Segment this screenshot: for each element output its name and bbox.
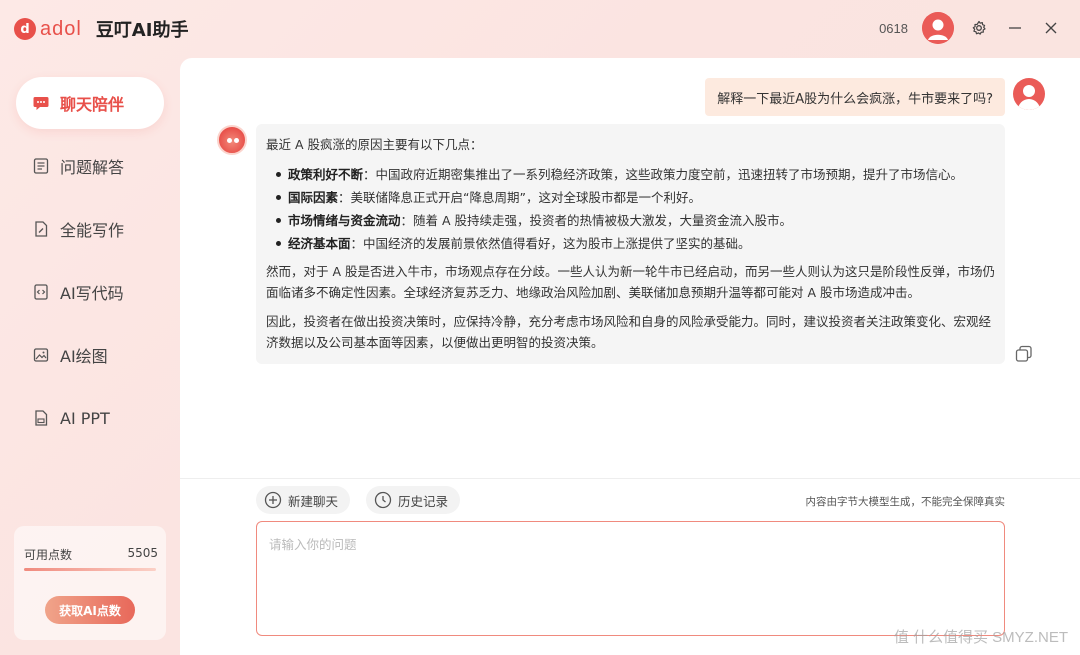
app-logo: d adol [14,18,82,41]
sidebar-item-ppt[interactable]: AI PPT [16,392,164,444]
ppt-doc-icon [32,409,50,427]
divider [180,478,1080,479]
history-label: 历史记录 [398,493,449,509]
bot-paragraph: 然而，对于 A 股是否进入牛市，市场观点存在分歧。一些人认为新一轮牛市已经启动，… [266,264,996,300]
sidebar: 聊天陪伴 问题解答 全能写作 AI写代码 AI绘图 AI PPT 可用点数 55… [0,58,180,655]
app-title: 豆叮AI助手 [95,20,189,41]
user-message-bubble: 解释一下最近A股为什么会疯涨，牛市要来了吗? [705,78,1005,116]
points-progress-bar [24,568,156,571]
history-button[interactable]: 历史记录 [366,486,461,514]
list-item: 市场情绪与资金流动：随着 A 股持续走强，投资者的热情被极大激发，大量资金流入股… [276,209,995,232]
list-item: 国际因素：美联储降息正式开启“降息周期”，这对全球股市都是一个利好。 [276,186,995,209]
sidebar-item-qa[interactable]: 问题解答 [16,140,164,192]
list-item: 经济基本面：中国经济的发展前景依然值得看好，这为股市上涨提供了坚实的基础。 [276,232,995,255]
question-input-box[interactable] [256,521,1005,636]
points-card: 可用点数 5505 获取AI点数 [14,526,166,640]
plus-circle-icon [264,491,282,509]
get-points-button[interactable]: 获取AI点数 [45,596,135,624]
question-input[interactable] [257,522,1004,635]
sidebar-item-label: 问题解答 [60,158,125,177]
gear-icon [972,20,986,35]
bot-points-list: 政策利好不断：中国政府近期密集推出了一系列稳经济政策，这些政策力度空前，迅速扭转… [276,163,995,255]
chat-panel: 解释一下最近A股为什么会疯涨，牛市要来了吗? 最近 A 股疯涨的原因主要有以下几… [180,58,1080,655]
write-doc-icon [32,220,50,238]
logo-text: adol [40,17,82,40]
bot-paragraph: 因此，投资者在做出投资决策时，应保持冷静，充分考虑市场风险和自身的风险承受能力。… [266,314,992,350]
title-bar: d adol 豆叮AI助手 0618 [0,0,1080,58]
bot-message-bubble: 最近 A 股疯涨的原因主要有以下几点： 政策利好不断：中国政府近期密集推出了一系… [256,124,1005,364]
sidebar-item-label: 聊天陪伴 [60,95,125,114]
account-avatar[interactable] [922,12,954,44]
settings-button[interactable] [968,17,990,39]
close-icon [1045,22,1057,34]
copy-button[interactable] [1014,344,1034,364]
points-value: 5505 [127,546,158,560]
sidebar-item-writing[interactable]: 全能写作 [16,203,164,255]
sidebar-item-chat[interactable]: 聊天陪伴 [16,77,164,129]
sidebar-item-code[interactable]: AI写代码 [16,266,164,318]
user-silhouette-icon [922,12,954,44]
qa-list-icon [32,157,50,175]
minimize-icon [1009,27,1021,29]
list-item: 政策利好不断：中国政府近期密集推出了一系列稳经济政策，这些政策力度空前，迅速扭转… [276,163,995,186]
copy-icon [1015,345,1032,362]
bot-avatar-icon [217,125,247,155]
sidebar-item-label: AI写代码 [60,284,124,303]
points-label: 可用点数 [24,548,73,562]
new-chat-label: 新建聊天 [288,493,339,509]
points-progress-fill [24,568,156,571]
logo-mark-icon: d [14,18,36,40]
close-button[interactable] [1040,17,1062,39]
clock-icon [374,491,392,509]
user-avatar [1013,78,1045,110]
code-doc-icon [32,283,50,301]
bot-intro: 最近 A 股疯涨的原因主要有以下几点： [266,137,483,152]
chat-bubble-icon [32,94,50,112]
sidebar-item-label: AI PPT [60,408,110,428]
ai-disclaimer: 内容由字节大模型生成，不能完全保障真实 [805,496,1006,508]
minimize-button[interactable] [1004,17,1026,39]
sidebar-item-drawing[interactable]: AI绘图 [16,329,164,381]
sidebar-item-label: 全能写作 [60,221,125,240]
image-icon [32,346,50,364]
sidebar-item-label: AI绘图 [60,347,108,366]
user-id: 0618 [879,20,908,36]
watermark: 值 什么值得买 SMYZ.NET [893,629,1068,646]
new-chat-button[interactable]: 新建聊天 [256,486,351,514]
